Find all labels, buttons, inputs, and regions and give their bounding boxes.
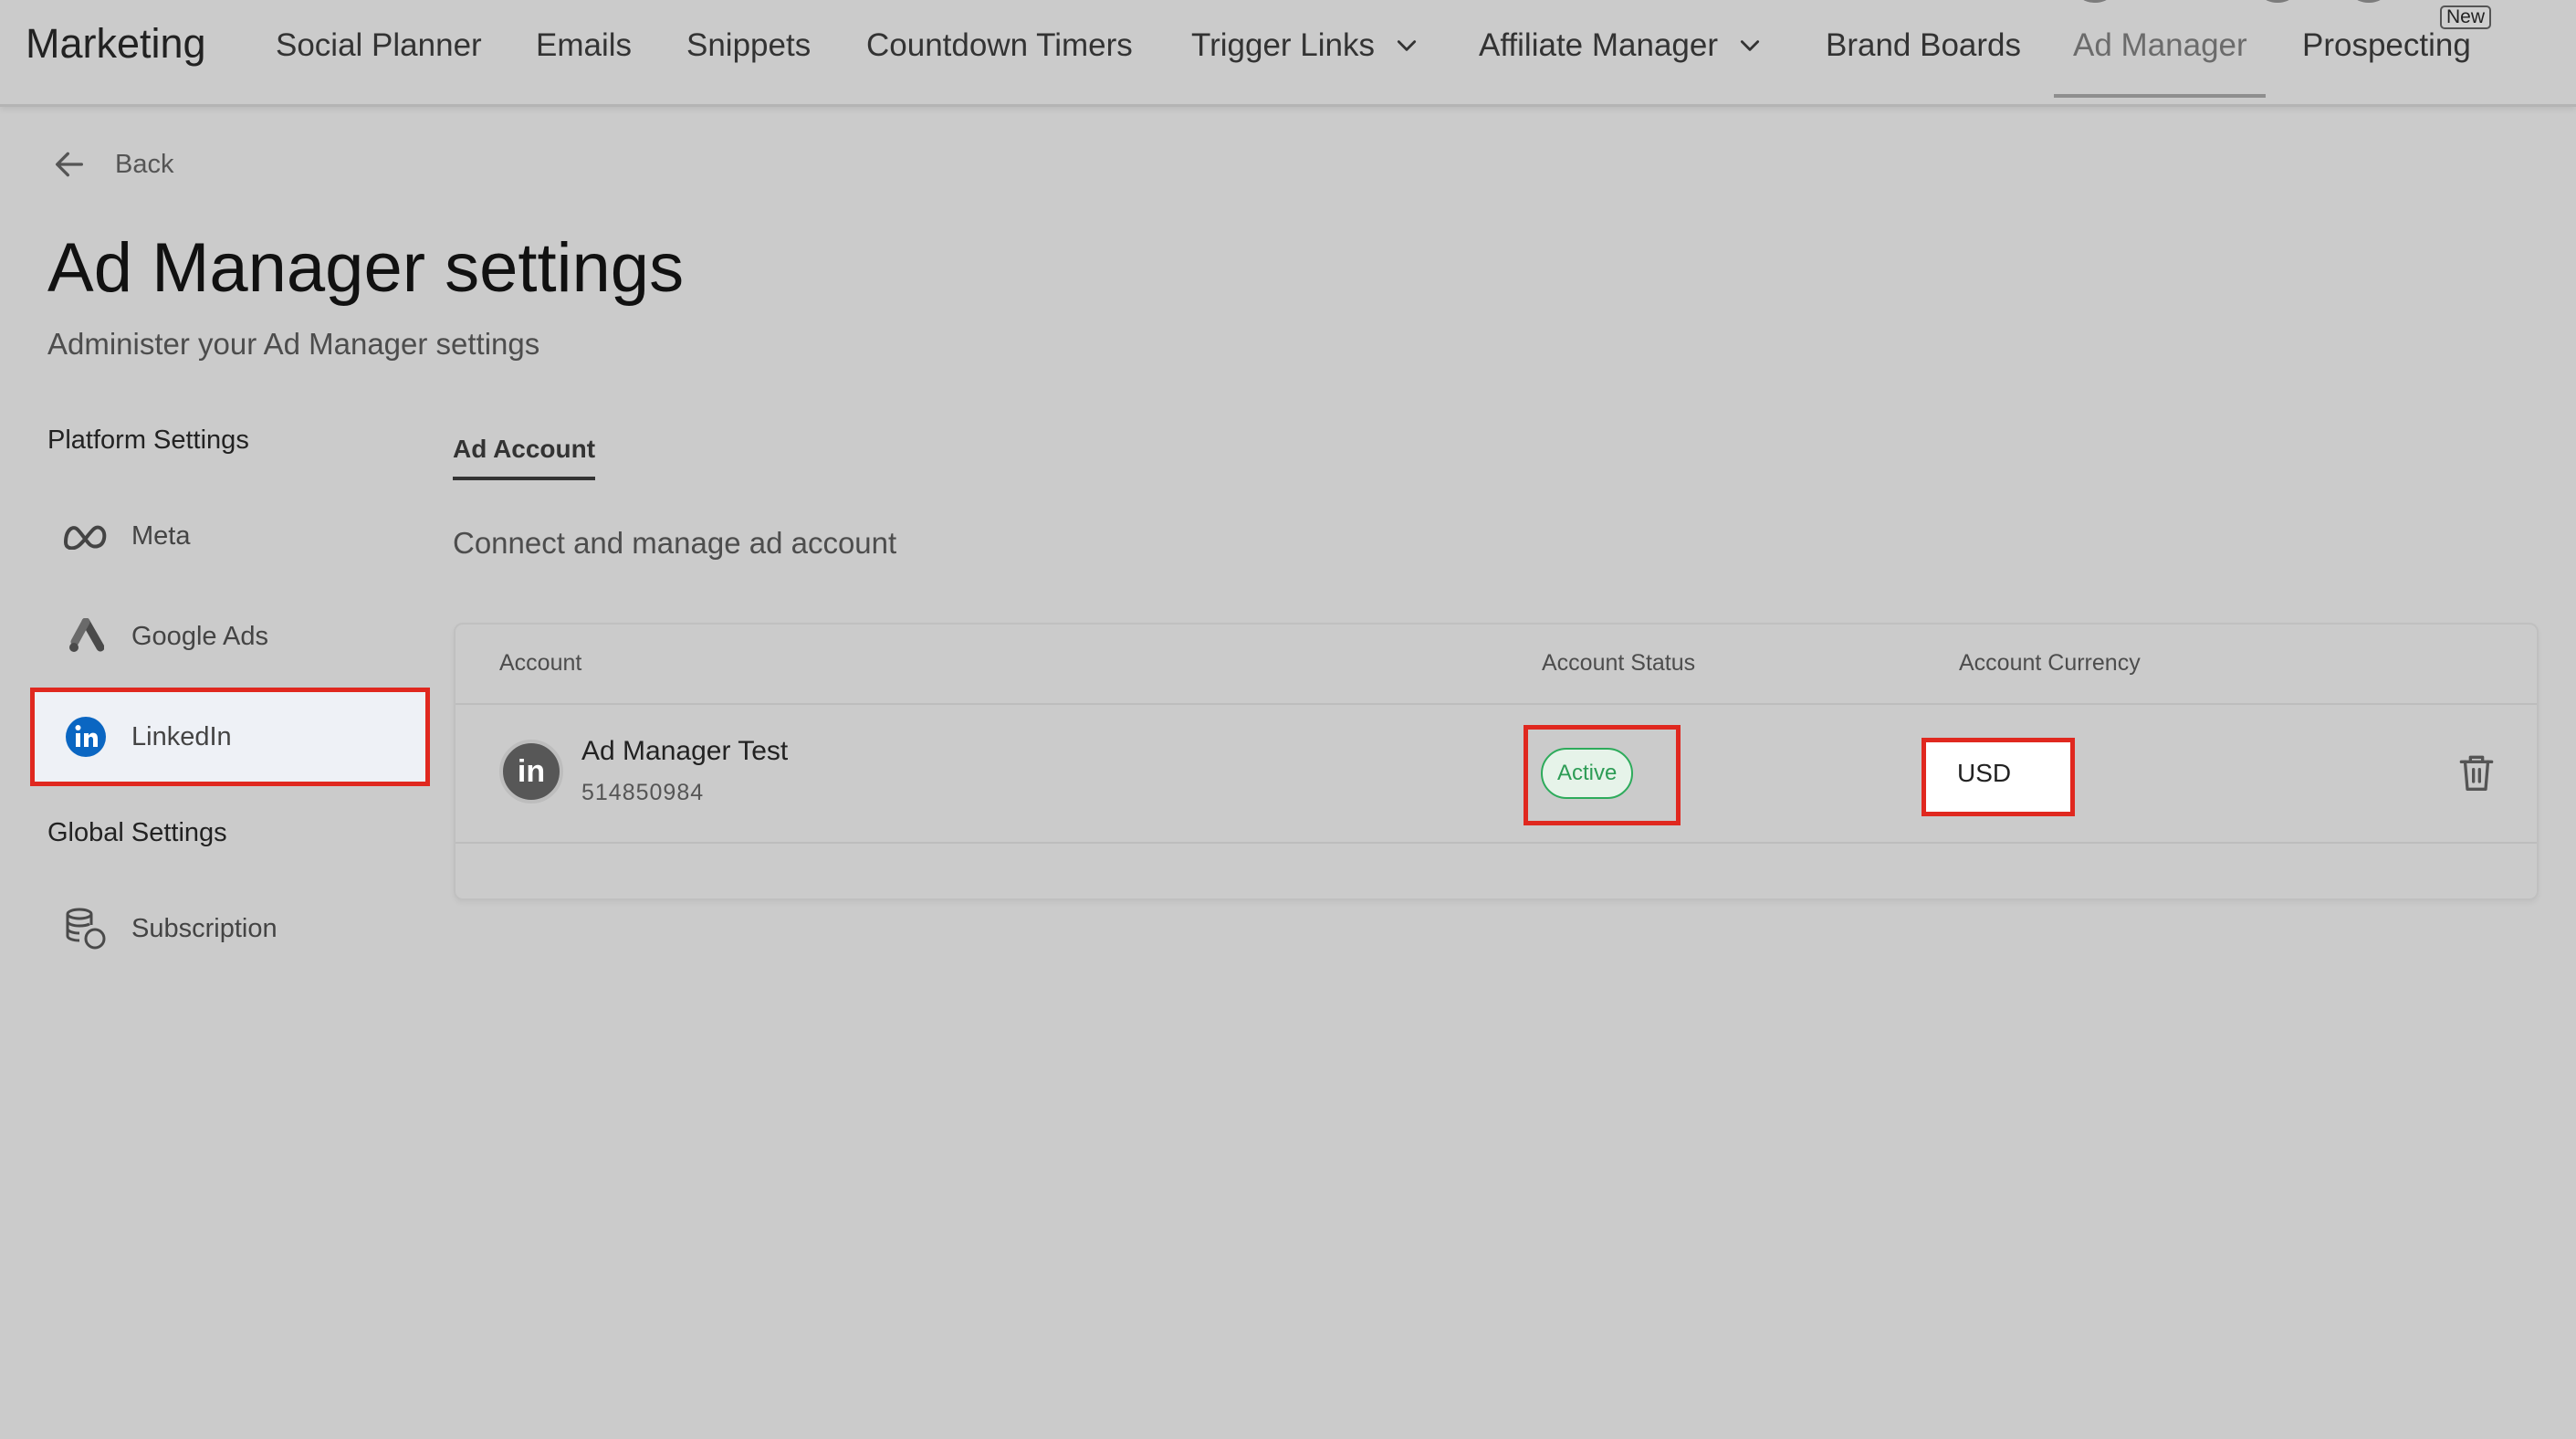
back-label: Back — [115, 149, 174, 179]
account-id: 514850984 — [581, 780, 705, 805]
nav-label: Prospecting — [2302, 27, 2471, 63]
nav-label: Emails — [536, 27, 633, 63]
nav-affiliate-manager[interactable]: Affiliate Manager — [1479, 27, 1762, 64]
nav-label: Affiliate Manager — [1479, 27, 1719, 63]
sidebar-item-meta[interactable]: Meta — [33, 489, 427, 583]
column-header-account: Account — [499, 650, 582, 676]
page-subtitle: Administer your Ad Manager settings — [47, 327, 540, 361]
divider — [456, 703, 2537, 705]
sidebar-item-subscription[interactable]: Subscription — [33, 882, 427, 975]
currency-highlight: USD — [1922, 738, 2075, 816]
nav-label: Trigger Links — [1191, 27, 1375, 63]
account-avatar: in — [499, 740, 563, 804]
tab-ad-account[interactable]: Ad Account — [453, 435, 596, 480]
platform-settings-label: Platform Settings — [47, 425, 249, 455]
nav-label: Social Planner — [276, 27, 482, 63]
nav-ad-manager[interactable]: Ad Manager — [2073, 27, 2247, 64]
header-avatar[interactable] — [2255, 0, 2300, 3]
sidebar-item-google-ads[interactable]: Google Ads — [33, 590, 427, 683]
account-currency: USD — [1957, 759, 2012, 787]
nav-brand-boards[interactable]: Brand Boards — [1826, 27, 2021, 64]
linkedin-icon — [62, 713, 110, 761]
new-badge: New — [2440, 5, 2492, 29]
nav-label: Snippets — [686, 27, 812, 63]
column-header-account-currency: Account Currency — [1959, 650, 2141, 676]
global-settings-label: Global Settings — [47, 818, 227, 847]
chevron-down-icon — [1397, 40, 1417, 51]
nav-countdown-timers[interactable]: Countdown Timers — [866, 27, 1133, 64]
arrow-left-icon — [56, 152, 84, 177]
nav-snippets[interactable]: Snippets — [686, 27, 811, 64]
nav-label: Ad Manager — [2073, 27, 2247, 63]
header-avatar[interactable] — [2346, 0, 2392, 3]
trash-icon[interactable] — [2458, 752, 2495, 793]
nav-label: Brand Boards — [1826, 27, 2022, 63]
sidebar-item-label: Google Ads — [131, 621, 268, 651]
meta-icon — [62, 512, 110, 560]
page-title: Ad Manager settings — [47, 229, 685, 307]
active-tab-indicator — [2054, 94, 2266, 98]
column-header-account-status: Account Status — [1542, 650, 1696, 676]
content-description: Connect and manage ad account — [453, 526, 897, 560]
app-brand: Marketing — [26, 20, 206, 67]
divider — [456, 842, 2537, 844]
sidebar-item-label: Meta — [131, 520, 191, 551]
nav-emails[interactable]: Emails — [536, 27, 632, 64]
nav-social-planner[interactable]: Social Planner — [276, 27, 482, 64]
nav-trigger-links[interactable]: Trigger Links — [1191, 27, 1419, 64]
status-highlight: Active — [1524, 725, 1681, 825]
google-ads-icon — [62, 613, 110, 660]
header-avatar[interactable] — [2072, 0, 2118, 3]
ad-account-table: Account Account Status Account Currency … — [454, 623, 2539, 900]
back-button[interactable]: Back — [51, 146, 173, 183]
subscription-icon — [62, 905, 110, 952]
chevron-down-icon — [1740, 40, 1760, 51]
top-navigation: Marketing Social Planner Emails Snippets… — [0, 0, 2576, 107]
nav-label: Countdown Timers — [866, 27, 1133, 63]
sidebar-item-label: LinkedIn — [131, 721, 232, 751]
status-badge: Active — [1541, 748, 1634, 799]
sidebar-item-linkedin[interactable]: LinkedIn — [30, 688, 430, 786]
nav-prospecting[interactable]: Prospecting — [2302, 27, 2471, 64]
sidebar-item-label: Subscription — [131, 913, 277, 943]
account-name: Ad Manager Test — [581, 736, 789, 766]
